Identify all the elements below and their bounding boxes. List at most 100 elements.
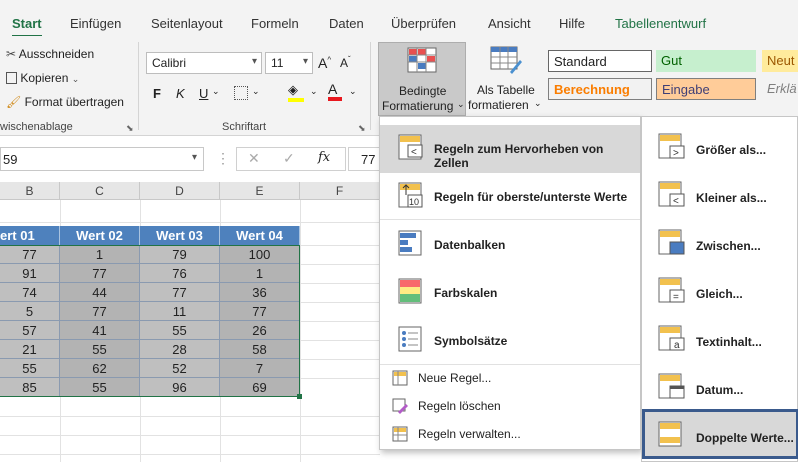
conditional-formatting-button[interactable]: Bedingte Formatierung ⌄ [378,42,466,116]
highlight-rules-submenu: > Größer als... < Kleiner als... Zwische… [641,116,798,462]
style-gut[interactable]: Gut [656,50,756,72]
submenu-item-duplicate[interactable]: Doppelte Werte... [642,409,798,459]
menu-item-highlight-rules[interactable]: < Regeln zum Hervorheben von Zellen [380,125,640,173]
italic-button[interactable]: K [176,86,185,101]
tab-daten[interactable]: Daten [329,16,364,31]
menu-item-new-rule[interactable]: Neue Regel... [380,365,640,393]
style-berechnung[interactable]: Berechnung [548,78,652,100]
shrink-font-button[interactable]: Aˇ [340,55,351,70]
menu-item-data-bars[interactable]: Datenbalken [380,221,640,269]
chevron-down-icon: ▾ [191,152,197,163]
column-header-b[interactable]: B [0,182,60,200]
submenu-item-text-contains[interactable]: a Textinhalt... [642,313,798,361]
table-header-cell[interactable]: Wert 03 [140,226,220,245]
as-table-label-1: Als Tabelle [477,83,535,97]
calendar-icon [658,373,685,399]
menu-item-clear-rules[interactable]: Regeln löschen [380,393,640,421]
manage-rules-icon [392,426,408,442]
tab-tabellenentwurf[interactable]: Tabellenentwurf [615,16,706,31]
tab-ansicht[interactable]: Ansicht [488,16,531,31]
menu-item-icon-sets[interactable]: Symbolsätze [380,317,640,365]
new-rule-icon [392,370,408,386]
menu-item-top-bottom-rules[interactable]: 10 Regeln für oberste/unterste Werte [380,173,640,221]
style-erklaerung[interactable]: Erklä [762,78,798,100]
cancel-icon[interactable]: ✕ [248,150,260,167]
table-header-cell[interactable]: Wert 04 [220,226,300,245]
cond-format-label-1: Bedingte [399,84,447,98]
chevron-down-icon[interactable]: ⌄ [252,86,260,97]
gridline [300,359,380,360]
font-group-label: Schriftart [222,121,267,133]
gridline [300,378,380,379]
font-color-button[interactable]: A [328,81,342,101]
fill-handle[interactable] [297,394,302,399]
gridline [220,397,221,462]
submenu-item-greater[interactable]: > Größer als... [642,121,798,169]
tab-ueberpruefen[interactable]: Überprüfen [391,16,456,31]
gridline [0,416,380,417]
submenu-item-label: Datum... [696,383,744,397]
column-header-d[interactable]: D [140,182,220,200]
submenu-item-date[interactable]: Datum... [642,361,798,409]
submenu-item-less[interactable]: < Kleiner als... [642,169,798,217]
conditional-formatting-menu: < Regeln zum Hervorheben von Zellen 10 R… [379,116,641,450]
cut-label: Ausschneiden [18,47,95,61]
tab-formeln[interactable]: Formeln [251,16,299,31]
tab-start[interactable]: Start [12,16,42,38]
paint-bucket-icon: ◈ [288,82,298,97]
svg-text:<: < [673,196,679,207]
insert-function-button[interactable]: fx [318,150,330,165]
column-header-f[interactable]: F [300,182,380,200]
format-painter-label: Format übertragen [24,95,124,109]
chevron-down-icon[interactable]: ⌄ [310,86,318,97]
tab-hilfe[interactable]: Hilfe [559,16,585,31]
cut-button[interactable]: ✂ Ausschneiden [6,47,94,61]
style-eingabe[interactable]: Eingabe [656,78,756,100]
copy-label: Kopieren [20,71,69,85]
underline-button[interactable]: U [199,86,208,101]
chevron-down-icon[interactable]: ⌄ [349,86,357,97]
equal-icon: = [658,277,685,303]
menu-item-color-scales[interactable]: Farbskalen [380,269,640,317]
font-color-icon: A [328,81,338,97]
column-header-c[interactable]: C [60,182,140,200]
scissors-icon: ✂ [6,47,17,61]
font-size-combo[interactable]: 11 ▾ [265,52,313,74]
gridline [140,397,141,462]
clipboard-group-label: wischenablage [0,121,73,133]
gridline [300,321,380,322]
format-as-table-button[interactable]: Als Tabelle formatieren ⌄ [468,42,544,116]
menu-item-manage-rules[interactable]: Regeln verwalten... [380,421,640,449]
menu-separator [380,219,640,220]
chevron-down-icon[interactable]: ⌄ [212,86,220,97]
table-header-cell[interactable]: Wert 02 [60,226,140,245]
column-header-e[interactable]: E [220,182,300,200]
tab-seitenlayout[interactable]: Seitenlayout [151,16,223,31]
tab-einfuegen[interactable]: Einfügen [70,16,121,31]
font-name-combo[interactable]: Calibri ▾ [146,52,262,74]
color-scales-icon [398,278,422,304]
gridline [300,340,380,341]
as-table-label-2: formatieren [468,98,529,112]
bold-button[interactable]: F [153,86,161,101]
gridline [300,264,380,265]
format-painter-button[interactable]: 🖌 Format übertragen [6,95,124,109]
grow-font-button[interactable]: A^ [318,55,331,71]
fill-color-button[interactable]: ◈ [288,82,304,102]
dialog-launcher-icon[interactable]: ⬊ [126,123,134,134]
copy-button[interactable]: Kopieren ⌄ [6,71,79,85]
gridline [300,245,380,246]
submenu-item-between[interactable]: Zwischen... [642,217,798,265]
gridline [140,200,141,226]
table-header-cell[interactable]: ert 01 [0,226,60,245]
submenu-item-label: Doppelte Werte... [696,431,794,445]
name-box[interactable]: 59 ▾ [0,147,204,171]
formula-input[interactable]: 77 [348,147,380,171]
check-icon[interactable]: ✓ [283,150,295,167]
style-neutral[interactable]: Neut [762,50,798,72]
style-standard[interactable]: Standard [548,50,652,72]
dialog-launcher-icon[interactable]: ⬊ [358,123,366,134]
borders-icon[interactable] [234,86,248,100]
submenu-item-equal[interactable]: = Gleich... [642,265,798,313]
gridline [0,435,380,436]
